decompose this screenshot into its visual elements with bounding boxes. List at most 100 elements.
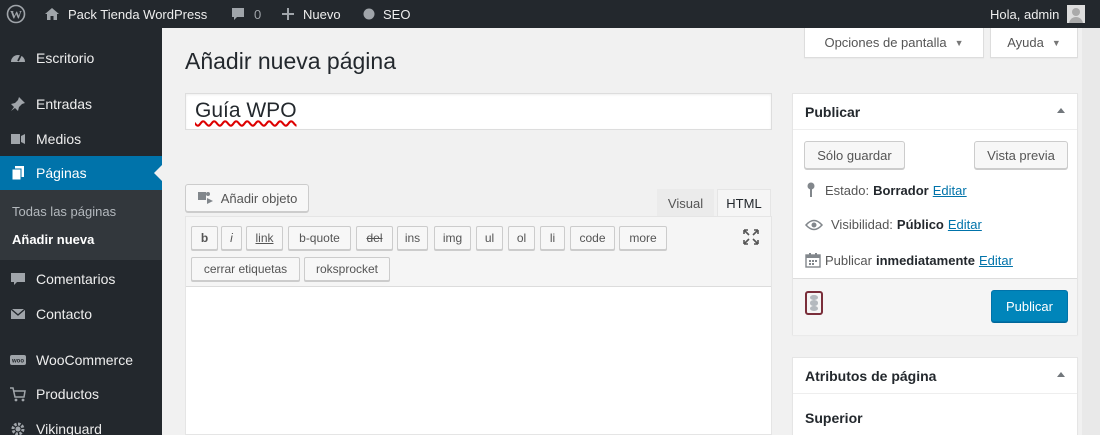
- screen-options-button[interactable]: Opciones de pantalla ▼: [804, 28, 984, 58]
- comments-link[interactable]: 0: [230, 0, 261, 28]
- page-attributes-title[interactable]: Atributos de página: [793, 358, 1077, 394]
- page-attributes-title-label: Atributos de página: [805, 368, 937, 384]
- edit-visibility-link[interactable]: Editar: [948, 217, 982, 232]
- sidebar-item-label: Vikinguard: [36, 421, 102, 435]
- pages-icon: [0, 164, 36, 182]
- dashboard-icon: [0, 49, 36, 67]
- svg-text:W: W: [10, 8, 22, 22]
- schedule-value: inmediatamente: [875, 252, 975, 268]
- cart-icon: [0, 385, 36, 403]
- collapse-toggle-icon[interactable]: [1057, 372, 1065, 377]
- edit-status-link[interactable]: Editar: [933, 183, 967, 198]
- fullscreen-expand-icon[interactable]: [742, 228, 760, 246]
- page-attributes-box: Atributos de página Superior: [792, 357, 1078, 435]
- sidebar-item-productos[interactable]: Productos: [0, 377, 162, 411]
- visibility-value: Público: [896, 217, 944, 232]
- help-label: Ayuda: [1007, 35, 1044, 50]
- woocommerce-icon: woo: [0, 351, 36, 369]
- qt-ul-button[interactable]: ul: [476, 226, 503, 250]
- add-media-label: Añadir objeto: [220, 190, 298, 206]
- tab-visual[interactable]: Visual: [657, 189, 714, 217]
- sidebar-item-label: Productos: [36, 386, 100, 402]
- key-pin-icon: [805, 182, 825, 198]
- qt-more-button[interactable]: more: [619, 226, 667, 250]
- admin-bar: W Pack Tienda WordPress 0 Nuevo SEO Hola…: [0, 0, 1100, 28]
- title-input-value: Guía WPO: [195, 99, 297, 122]
- status-value: Borrador: [873, 182, 929, 198]
- visibility-row: Visibilidad: Público Editar: [805, 217, 982, 232]
- greeting-label: Hola, admin: [990, 6, 1060, 22]
- sidebar-item-dashboard[interactable]: Escritorio: [0, 41, 162, 75]
- preview-button[interactable]: Vista previa: [974, 141, 1068, 169]
- screen-options-label: Opciones de pantalla: [824, 35, 947, 50]
- publish-button[interactable]: Publicar: [991, 290, 1068, 322]
- gear-icon: [0, 420, 36, 435]
- sidebar-item-label: Contacto: [36, 306, 93, 322]
- qt-bquote-button[interactable]: b-quote: [288, 226, 351, 250]
- avatar: [1067, 5, 1086, 23]
- qt-code-button[interactable]: code: [570, 226, 615, 250]
- submenu-add-new[interactable]: Añadir nueva: [12, 232, 94, 247]
- svg-text:woo: woo: [11, 359, 24, 365]
- sidebar-item-label: Escritorio: [36, 50, 95, 66]
- help-button[interactable]: Ayuda ▼: [990, 28, 1078, 58]
- qt-ol-button[interactable]: ol: [508, 226, 535, 250]
- sidebar-item-comentarios[interactable]: Comentarios: [0, 262, 162, 296]
- publish-box-title-label: Publicar: [805, 104, 861, 120]
- new-label: Nuevo: [303, 6, 341, 22]
- qt-close-tags-button[interactable]: cerrar etiquetas: [191, 257, 300, 281]
- qt-img-button[interactable]: img: [434, 226, 471, 250]
- editor-area[interactable]: b i link b-quote del ins img ul ol li co…: [185, 216, 772, 435]
- title-input[interactable]: Guía WPO: [185, 93, 772, 130]
- sidebar-item-medios[interactable]: Medios: [0, 122, 162, 156]
- caret-down-icon: ▼: [1051, 37, 1061, 48]
- wordpress-logo-icon[interactable]: W: [6, 0, 26, 28]
- page-scrollbar[interactable]: [1082, 28, 1100, 435]
- parent-label: Superior: [805, 410, 863, 426]
- sidebar-item-vikinguard[interactable]: Vikinguard: [0, 412, 162, 435]
- new-content-link[interactable]: Nuevo: [281, 0, 341, 28]
- sidebar-item-label: WooCommerce: [36, 352, 133, 368]
- seo-traffic-light-icon[interactable]: [805, 291, 823, 315]
- qt-bold-button[interactable]: b: [191, 226, 218, 250]
- site-name-label: Pack Tienda WordPress: [68, 6, 208, 22]
- sidebar-item-paginas[interactable]: Páginas: [0, 156, 162, 190]
- sidebar-item-contacto[interactable]: Contacto: [0, 297, 162, 331]
- tab-html[interactable]: HTML: [717, 189, 771, 217]
- media-icon: [0, 130, 36, 148]
- qt-italic-button[interactable]: i: [221, 226, 242, 250]
- seo-menu-link[interactable]: SEO: [363, 0, 410, 28]
- sidebar-item-label: Entradas: [36, 96, 93, 112]
- pin-icon: [0, 95, 36, 113]
- sidebar-item-label: Páginas: [36, 165, 87, 181]
- my-account-link[interactable]: Hola, admin: [990, 0, 1086, 28]
- sidebar-item-woocommerce[interactable]: woo WooCommerce: [0, 343, 162, 377]
- qt-roksprocket-button[interactable]: roksprocket: [304, 257, 390, 281]
- save-draft-button[interactable]: Sólo guardar: [804, 141, 905, 169]
- site-name-link[interactable]: Pack Tienda WordPress: [44, 0, 207, 28]
- seo-status-dot-icon: [363, 8, 375, 20]
- comments-icon: [0, 270, 36, 288]
- add-media-button[interactable]: Añadir objeto: [185, 184, 309, 212]
- visibility-label: Visibilidad:: [831, 217, 893, 232]
- submenu-all-pages[interactable]: Todas las páginas: [12, 204, 116, 219]
- caret-down-icon: ▼: [954, 37, 964, 48]
- home-icon: [44, 6, 60, 22]
- publish-actions-bar: Publicar: [793, 278, 1077, 335]
- qt-del-button[interactable]: del: [356, 226, 393, 250]
- page-title: Añadir nueva página: [185, 48, 396, 74]
- mail-icon: [0, 305, 36, 323]
- qt-li-button[interactable]: li: [540, 226, 565, 250]
- schedule-label: Publicar: [825, 252, 872, 268]
- sidebar-item-entradas[interactable]: Entradas: [0, 87, 162, 121]
- sidebar-item-label: Comentarios: [36, 271, 116, 287]
- publish-box-title[interactable]: Publicar: [793, 94, 1077, 130]
- add-media-icon: [197, 190, 215, 206]
- pages-submenu: Todas las páginas Añadir nueva: [0, 190, 162, 260]
- qt-link-button[interactable]: link: [246, 226, 283, 250]
- calendar-icon: [805, 252, 825, 268]
- collapse-toggle-icon[interactable]: [1057, 108, 1065, 113]
- edit-schedule-link[interactable]: Editar: [979, 253, 1013, 268]
- post-status-row: Estado: Borrador Editar: [805, 182, 967, 198]
- qt-ins-button[interactable]: ins: [397, 226, 428, 250]
